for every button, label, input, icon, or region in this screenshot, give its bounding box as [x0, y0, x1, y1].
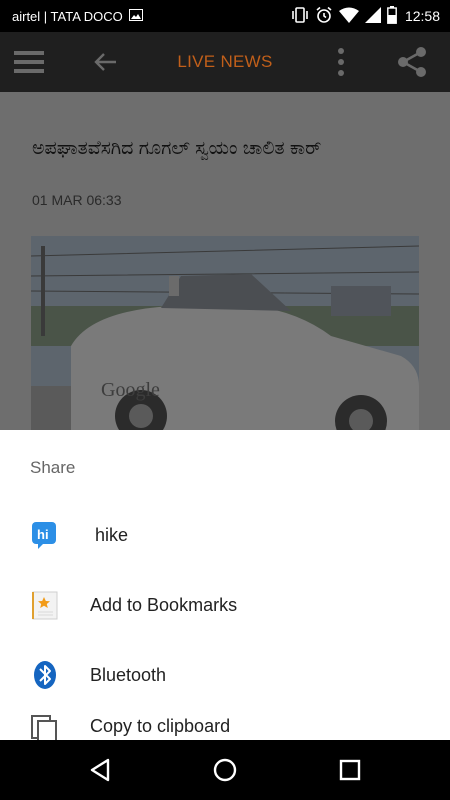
- app-title: LIVE NEWS: [177, 52, 273, 71]
- share-option-hike[interactable]: hi hike: [0, 500, 450, 570]
- article-datetime: 01 MAR 06:33: [32, 192, 122, 208]
- share-icon[interactable]: [396, 46, 428, 78]
- share-sheet: Share hi hike Add to Bookmarks Bluetooth…: [0, 430, 450, 740]
- signal-icon: [364, 6, 381, 26]
- article-content: ಅಪಘಾತವೆಸಗಿದ ಗೂಗಲ್ ಸ್ವಯಂ ಚಾಲಿತ ಕಾರ್ 01 MA…: [0, 92, 450, 430]
- status-bar: airtel | TATA DOCO 12:58: [0, 0, 450, 32]
- home-nav-icon[interactable]: [211, 756, 239, 784]
- share-option-add-to-bookmarks[interactable]: Add to Bookmarks: [0, 570, 450, 640]
- copy-icon: [30, 714, 60, 740]
- share-option-bluetooth[interactable]: Bluetooth: [0, 640, 450, 710]
- share-option-copy-to-clipboard[interactable]: Copy to clipboard: [0, 710, 450, 740]
- bookmark-icon: [30, 590, 60, 620]
- alarm-icon: [315, 6, 333, 27]
- article-image: Google: [31, 236, 419, 430]
- share-sheet-title: Share: [30, 458, 76, 477]
- bluetooth-icon: [30, 660, 60, 690]
- share-option-label: Bluetooth: [90, 664, 167, 685]
- back-nav-icon[interactable]: [86, 756, 114, 784]
- app-bar: LIVE NEWS: [0, 32, 450, 92]
- share-option-label: Copy to clipboard: [90, 716, 231, 736]
- carrier-label: airtel | TATA DOCO: [12, 8, 123, 24]
- recents-nav-icon[interactable]: [336, 756, 364, 784]
- battery-icon: [387, 5, 397, 27]
- vibrate-icon: [291, 6, 309, 26]
- navigation-bar: [0, 740, 450, 800]
- share-option-label: hike: [95, 524, 129, 545]
- overflow-menu-icon[interactable]: [332, 46, 350, 78]
- share-option-label: Add to Bookmarks: [90, 594, 238, 615]
- svg-text:hi: hi: [37, 527, 49, 542]
- gallery-notification-icon: [128, 8, 143, 24]
- google-car-logo-text: Google: [101, 379, 160, 401]
- hike-icon: hi: [30, 520, 60, 550]
- article-headline: ಅಪಘಾತವೆಸಗಿದ ಗೂಗಲ್ ಸ್ವಯಂ ಚಾಲಿತ ಕಾರ್: [32, 138, 322, 159]
- clock: 12:58: [404, 8, 440, 24]
- wifi-icon: [338, 7, 359, 26]
